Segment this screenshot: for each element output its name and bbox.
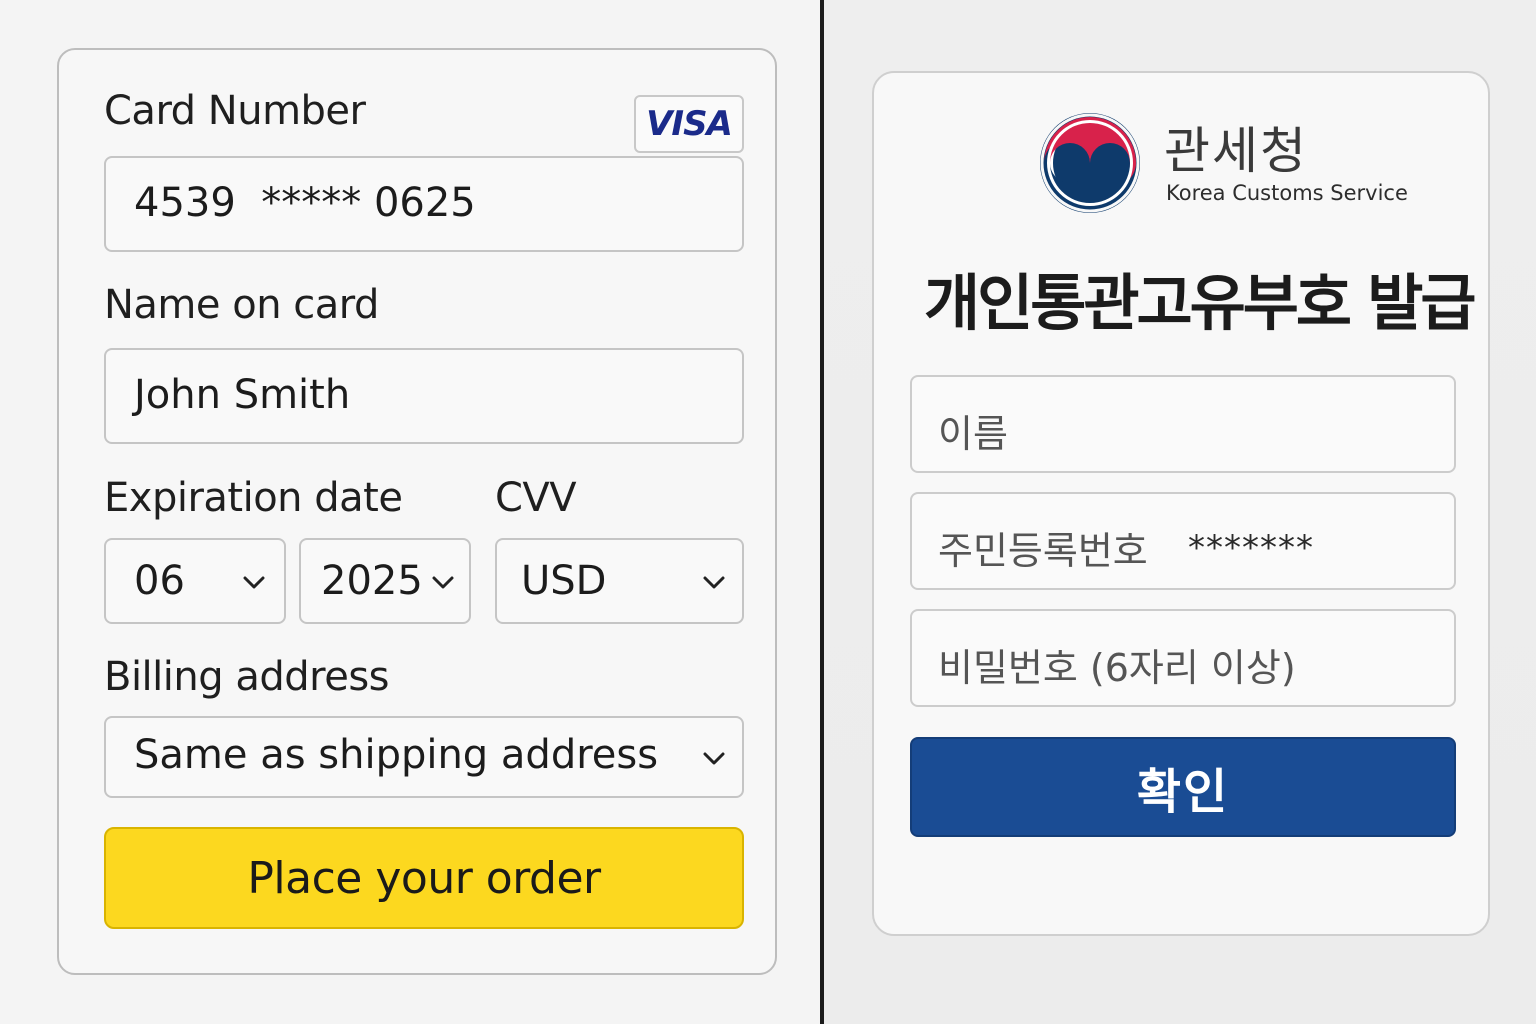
org-name-english: Korea Customs Service bbox=[1166, 181, 1408, 205]
billing-address-value: Same as shipping address bbox=[134, 732, 659, 778]
chevron-down-icon bbox=[243, 576, 265, 589]
resident-number-label: 주민등록번호 bbox=[938, 529, 1148, 573]
name-on-card-input[interactable]: John Smith bbox=[104, 348, 744, 444]
card-number-input[interactable]: 4539 ***** 0625 bbox=[104, 156, 744, 252]
exp-month-select[interactable]: 06 bbox=[104, 538, 286, 624]
billing-address-select[interactable]: Same as shipping address bbox=[104, 716, 744, 798]
taegeuk-logo-icon bbox=[1040, 113, 1140, 213]
cvv-select-value: USD bbox=[521, 558, 607, 604]
confirm-button[interactable]: 확인 bbox=[910, 737, 1456, 837]
card-number-value: 4539 ***** 0625 bbox=[134, 180, 476, 226]
name-input[interactable]: 이름 bbox=[910, 375, 1456, 473]
visa-logo-icon: VISA bbox=[634, 95, 744, 153]
cvv-select[interactable]: USD bbox=[495, 538, 744, 624]
name-on-card-value: John Smith bbox=[134, 372, 351, 418]
resident-number-mask: ******* bbox=[1188, 528, 1314, 568]
chevron-down-icon bbox=[703, 576, 725, 589]
password-input[interactable]: 비밀번호 (6자리 이상) bbox=[910, 609, 1456, 707]
payment-pane: Card Number VISA 4539 ***** 0625 Name on… bbox=[0, 0, 820, 1024]
page-title: 개인통관고유부호 발급 bbox=[924, 268, 1476, 339]
cvv-label: CVV bbox=[495, 475, 577, 521]
payment-form-card: Card Number VISA 4539 ***** 0625 Name on… bbox=[57, 48, 777, 975]
customs-pane: 관세청 Korea Customs Service 개인통관고유부호 발급 이름… bbox=[824, 0, 1536, 1024]
place-order-button[interactable]: Place your order bbox=[104, 827, 744, 929]
name-placeholder: 이름 bbox=[938, 412, 1008, 456]
resident-number-input[interactable]: 주민등록번호 ******* bbox=[910, 492, 1456, 590]
name-on-card-label: Name on card bbox=[104, 282, 379, 328]
exp-year-select[interactable]: 2025 bbox=[299, 538, 471, 624]
card-brand-text: VISA bbox=[646, 104, 733, 144]
card-number-label: Card Number bbox=[104, 88, 366, 134]
chevron-down-icon bbox=[703, 752, 725, 765]
org-name-korean: 관세청 bbox=[1164, 122, 1308, 180]
billing-address-label: Billing address bbox=[104, 654, 390, 700]
password-placeholder: 비밀번호 (6자리 이상) bbox=[938, 646, 1296, 690]
expiration-date-label: Expiration date bbox=[104, 475, 403, 521]
exp-year-value: 2025 bbox=[321, 558, 423, 604]
chevron-down-icon bbox=[432, 576, 454, 589]
customs-form-card: 관세청 Korea Customs Service 개인통관고유부호 발급 이름… bbox=[872, 71, 1490, 936]
exp-month-value: 06 bbox=[134, 558, 185, 604]
